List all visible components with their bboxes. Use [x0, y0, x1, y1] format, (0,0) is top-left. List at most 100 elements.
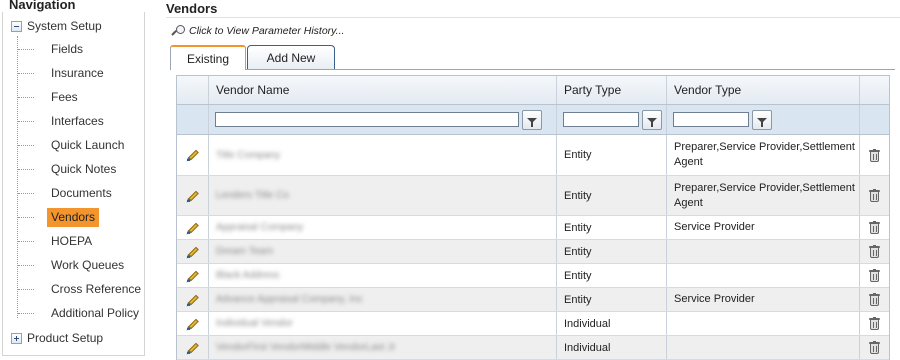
- table-row[interactable]: Title Company Entity Preparer,Service Pr…: [177, 135, 889, 176]
- trash-delete-icon[interactable]: [869, 341, 880, 354]
- pencil-edit-icon[interactable]: [184, 294, 199, 308]
- pencil-edit-icon[interactable]: [184, 190, 199, 204]
- header-cell-edit: [177, 76, 209, 104]
- sidebar-item-insurance[interactable]: Insurance: [18, 63, 108, 83]
- table-row[interactable]: Advance Appraisal Company, Inc Entity Se…: [177, 288, 889, 312]
- delete-cell[interactable]: [860, 264, 889, 287]
- vendor-name-filter-button[interactable]: [522, 109, 542, 130]
- delete-cell[interactable]: [860, 176, 889, 215]
- delete-cell[interactable]: [860, 336, 889, 359]
- vendor-name-text: VendorFirst VendorMiddle VendorLast Jr: [216, 342, 396, 353]
- trash-delete-icon[interactable]: [869, 317, 880, 330]
- trash-delete-icon[interactable]: [869, 293, 880, 306]
- pencil-edit-icon[interactable]: [184, 149, 199, 163]
- sidebar-item-documents[interactable]: Documents: [18, 183, 116, 203]
- column-header-vendor-type[interactable]: Vendor Type: [667, 76, 860, 104]
- party-type-filter-button[interactable]: [642, 109, 662, 130]
- filter-cell-vendor-name: [209, 105, 557, 134]
- filter-cell-party-type: [557, 105, 667, 134]
- trash-delete-icon[interactable]: [869, 221, 880, 234]
- trash-delete-icon[interactable]: [869, 269, 880, 282]
- filter-icon: [757, 117, 767, 127]
- vendor-type-filter-button[interactable]: [752, 109, 772, 130]
- tree-node-product-setup[interactable]: Product Setup: [11, 330, 103, 346]
- column-header-vendor-name[interactable]: Vendor Name: [209, 76, 557, 104]
- vendor-name-text: Appraisal Company: [216, 222, 304, 233]
- pencil-edit-icon[interactable]: [184, 342, 199, 356]
- edit-cell[interactable]: [177, 135, 209, 175]
- edit-cell[interactable]: [177, 240, 209, 263]
- vendor-type-filter-input[interactable]: [673, 112, 749, 127]
- table-row[interactable]: Lenders Title Co Entity Preparer,Service…: [177, 176, 889, 216]
- party-type-filter-input[interactable]: [563, 112, 639, 127]
- edit-cell[interactable]: [177, 216, 209, 239]
- tree-node-system-setup[interactable]: System Setup: [11, 18, 102, 34]
- sidebar-item-label: Insurance: [51, 65, 104, 80]
- sidebar-item-work-queues[interactable]: Work Queues: [18, 255, 128, 275]
- navigation-title: Navigation: [9, 0, 76, 12]
- table-row[interactable]: Individual Vendor Individual: [177, 312, 889, 336]
- parameter-history-label: Click to View Parameter History...: [189, 25, 345, 37]
- tree-connector: [17, 36, 18, 318]
- trash-delete-icon[interactable]: [869, 245, 880, 258]
- table-row[interactable]: VendorFirst VendorMiddle VendorLast Jr I…: [177, 336, 889, 360]
- vendor-name-text: Dream Team: [216, 246, 274, 257]
- sidebar-item-vendors[interactable]: Vendors: [18, 207, 100, 227]
- vendor-type-cell: [667, 264, 860, 287]
- sidebar-item-quick-launch[interactable]: Quick Launch: [18, 135, 128, 155]
- sidebar-item-interfaces[interactable]: Interfaces: [18, 111, 108, 131]
- table-row[interactable]: Dream Team Entity: [177, 240, 889, 264]
- sidebar-item-fields[interactable]: Fields: [18, 39, 87, 59]
- pencil-edit-icon[interactable]: [184, 246, 199, 260]
- vendor-type-cell: Service Provider: [667, 288, 860, 311]
- pencil-edit-icon[interactable]: [184, 318, 199, 332]
- edit-cell[interactable]: [177, 176, 209, 215]
- party-type-cell: Individual: [557, 312, 667, 335]
- sidebar-item-label: Documents: [51, 185, 112, 200]
- sidebar-item-cross-reference[interactable]: Cross Reference: [18, 279, 145, 299]
- tab-existing[interactable]: Existing: [170, 45, 246, 70]
- edit-cell[interactable]: [177, 264, 209, 287]
- sidebar-item-hoepa[interactable]: HOEPA: [18, 231, 96, 251]
- vendor-name-cell: Advance Appraisal Company, Inc: [209, 288, 557, 311]
- delete-cell[interactable]: [860, 135, 889, 175]
- title-divider: [166, 17, 900, 18]
- pencil-edit-icon[interactable]: [184, 222, 199, 236]
- tab-add-new[interactable]: Add New: [247, 45, 335, 69]
- sidebar-item-fees[interactable]: Fees: [18, 87, 82, 107]
- pencil-edit-icon[interactable]: [184, 270, 199, 284]
- edit-cell[interactable]: [177, 288, 209, 311]
- trash-delete-icon[interactable]: [869, 148, 880, 162]
- vendor-type-cell: [667, 240, 860, 263]
- sidebar-item-label: Vendors: [47, 207, 100, 227]
- sidebar-item-quick-notes[interactable]: Quick Notes: [18, 159, 120, 179]
- vendor-name-cell: VendorFirst VendorMiddle VendorLast Jr: [209, 336, 557, 359]
- vendor-type-cell: Preparer,Service Provider,Settlement Age…: [667, 176, 860, 215]
- delete-cell[interactable]: [860, 240, 889, 263]
- party-type-cell: Entity: [557, 288, 667, 311]
- sidebar-item-label: Interfaces: [51, 113, 104, 128]
- vendor-name-filter-input[interactable]: [215, 112, 519, 127]
- trash-delete-icon[interactable]: [869, 189, 880, 202]
- vendors-grid: Vendor Name Party Type Vendor Type Title…: [176, 75, 890, 360]
- delete-cell[interactable]: [860, 288, 889, 311]
- vendor-type-cell: Preparer,Service Provider,Settlement Age…: [667, 135, 860, 175]
- table-row[interactable]: Black Address Entity: [177, 264, 889, 288]
- party-type-cell: Entity: [557, 264, 667, 287]
- tree-node-label: System Setup: [27, 19, 102, 33]
- delete-cell[interactable]: [860, 216, 889, 239]
- sidebar-item-label: Fields: [51, 41, 84, 56]
- edit-cell[interactable]: [177, 312, 209, 335]
- expand-icon[interactable]: [11, 332, 22, 344]
- sidebar-item-label: Quick Notes: [51, 161, 117, 176]
- delete-cell[interactable]: [860, 312, 889, 335]
- header-cell-delete: [860, 76, 889, 104]
- column-header-party-type[interactable]: Party Type: [557, 76, 667, 104]
- table-row[interactable]: Appraisal Company Entity Service Provide…: [177, 216, 889, 240]
- edit-cell[interactable]: [177, 336, 209, 359]
- sidebar-item-additional-policy[interactable]: Additional Policy: [18, 303, 143, 323]
- parameter-history-link[interactable]: Click to View Parameter History...: [171, 24, 345, 38]
- collapse-icon[interactable]: [11, 20, 22, 32]
- party-type-cell: Entity: [557, 216, 667, 239]
- vendor-name-cell: Black Address: [209, 264, 557, 287]
